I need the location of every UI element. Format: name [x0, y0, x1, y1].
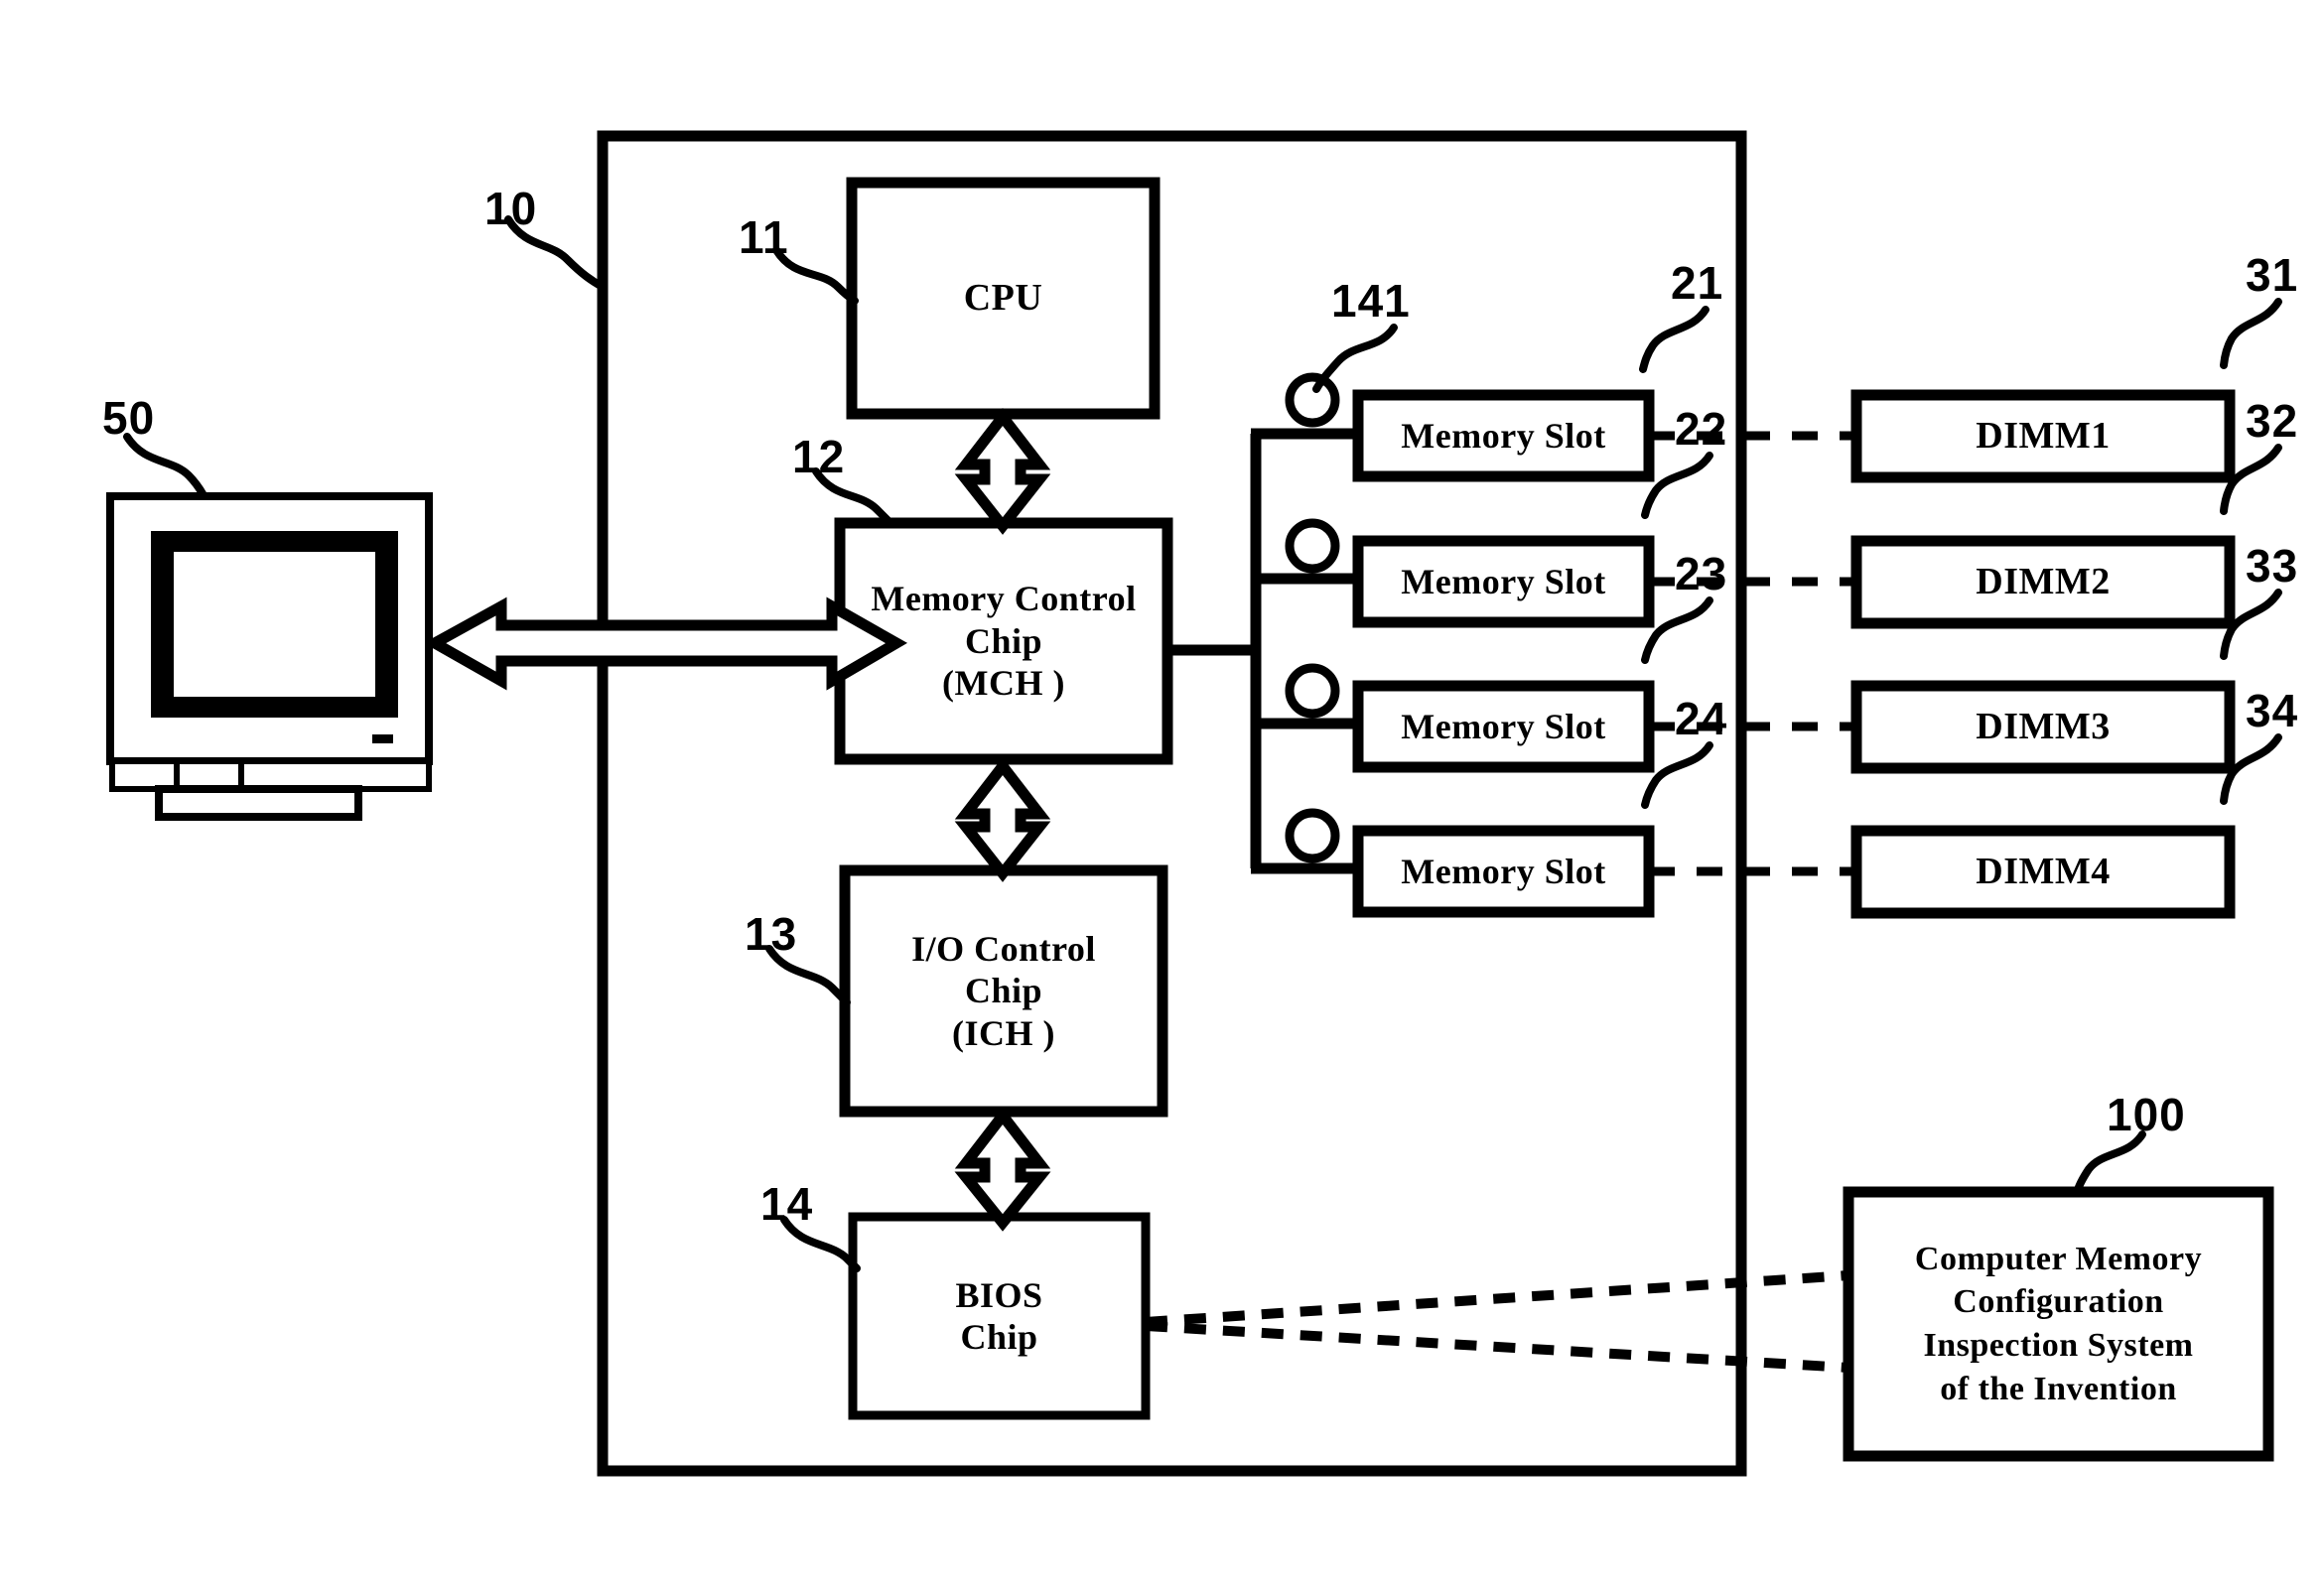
- monitor-mch-arrow: [423, 596, 908, 691]
- ref-number-31: 31: [2246, 249, 2299, 301]
- motherboard-boundary: [597, 130, 1747, 1477]
- ref-number-32: 32: [2246, 395, 2299, 447]
- cpu-label: CPU: [963, 277, 1043, 320]
- ref-number-12: 12: [792, 431, 846, 482]
- bus-connector-circle-1: [1285, 372, 1340, 428]
- dimm-label-4: DIMM4: [1976, 851, 2111, 893]
- leader-34: [2220, 733, 2282, 805]
- mch-ich-arrow: [954, 756, 1051, 882]
- ref-number-11: 11: [739, 211, 789, 263]
- monitor-button-2: [174, 758, 244, 792]
- ref-number-141: 141: [1331, 275, 1411, 327]
- figure-canvas: CPU Memory Control Chip (MCH ) I/O Contr…: [0, 0, 2324, 1587]
- ref-number-14: 14: [760, 1178, 814, 1230]
- memory-slot-label-3: Memory Slot: [1401, 706, 1606, 746]
- bios-label: BIOS Chip: [955, 1274, 1043, 1357]
- ref-number-13: 13: [745, 908, 798, 960]
- leader-141: [1312, 324, 1398, 393]
- bus-connector-circle-3: [1285, 663, 1340, 719]
- leader-21: [1639, 306, 1709, 373]
- leader-22: [1641, 452, 1713, 519]
- memory-slot-label-1: Memory Slot: [1401, 415, 1606, 456]
- monitor-stand: [155, 785, 362, 821]
- ich-bios-arrow: [954, 1106, 1051, 1232]
- leader-50: [123, 433, 207, 499]
- memory-slot-label-2: Memory Slot: [1401, 561, 1606, 601]
- leader-32: [2220, 444, 2282, 515]
- bios-system-link-lower: [1145, 1321, 1849, 1373]
- leader-31: [2220, 298, 2282, 369]
- monitor-bezel: [151, 531, 398, 718]
- bios-system-dashed-links: [1145, 1270, 1849, 1373]
- ref-number-24: 24: [1675, 693, 1728, 744]
- ref-number-22: 22: [1675, 403, 1728, 455]
- monitor-power-led: [372, 734, 393, 743]
- ref-number-50: 50: [102, 392, 156, 444]
- memory-slot-label-4: Memory Slot: [1401, 851, 1606, 891]
- bios-system-link-upper: [1145, 1270, 1849, 1327]
- inspection-system-label: Computer Memory Configuration Inspection…: [1914, 1240, 2203, 1407]
- ref-number-23: 23: [1675, 548, 1728, 599]
- memory-bus-lines: [1167, 428, 1357, 874]
- leader-24: [1641, 741, 1713, 809]
- ref-number-21: 21: [1671, 257, 1724, 309]
- ref-number-34: 34: [2246, 685, 2299, 736]
- ref-number-33: 33: [2246, 540, 2299, 592]
- bus-connector-circle-4: [1285, 808, 1340, 863]
- ref-number-100: 100: [2107, 1089, 2186, 1140]
- dimm-label-3: DIMM3: [1976, 706, 2111, 748]
- monitor-graphic: [106, 492, 433, 821]
- slot-dimm-dashed-links: [1649, 431, 1856, 876]
- ich-label: I/O Control Chip (ICH ): [911, 928, 1096, 1053]
- leader-100: [2073, 1130, 2146, 1197]
- ref-number-10: 10: [484, 183, 538, 234]
- dimm-label-2: DIMM2: [1976, 561, 2111, 603]
- monitor-button-3: [238, 758, 432, 792]
- bus-connector-circle-2: [1285, 518, 1340, 574]
- mch-label: Memory Control Chip (MCH ): [871, 579, 1137, 704]
- memory-bus-connector-circles: [1285, 372, 1340, 863]
- cpu-mch-arrow: [954, 407, 1051, 535]
- monitor-case: [106, 492, 433, 765]
- leader-33: [2220, 589, 2282, 660]
- leader-23: [1641, 596, 1713, 664]
- monitor-button-1: [109, 758, 180, 792]
- dimm-label-1: DIMM1: [1976, 415, 2111, 458]
- monitor-screen: [175, 553, 374, 696]
